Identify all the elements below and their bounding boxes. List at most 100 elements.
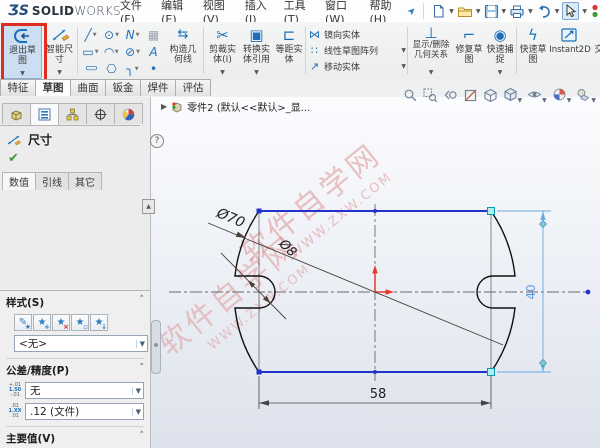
trim-dropdown-arrow[interactable]: ▼: [220, 69, 225, 77]
ellipse-tool-button[interactable]: ⊘ ▼: [122, 43, 143, 60]
save-style-button[interactable]: ★ ▫: [71, 314, 89, 331]
move-entities-button[interactable]: ↗ 移动实体 ▼: [308, 58, 406, 74]
selected-vertex-handle[interactable]: [487, 368, 495, 376]
color-swatch-button[interactable]: [590, 4, 600, 19]
help-icon[interactable]: ?: [150, 134, 164, 148]
tab-sketch[interactable]: 草图: [35, 79, 71, 96]
selected-vertex-handle[interactable]: [487, 207, 495, 215]
apply-default-style-button[interactable]: ✎ ★: [14, 314, 32, 331]
undo-dropdown-arrow[interactable]: ▼: [555, 8, 560, 15]
mirror-entities-button[interactable]: ⋈ 镜向实体: [308, 26, 406, 42]
hide-show-items-dropdown[interactable]: ▼: [527, 87, 547, 104]
trim-entities-button[interactable]: ✂ 剪裁实体(I) ▼: [207, 25, 238, 77]
subtab-value[interactable]: 数值: [2, 172, 36, 190]
precision-dropdown[interactable]: .12 (文件) ▼: [25, 403, 144, 420]
display-manager-tab[interactable]: [114, 103, 143, 124]
sketch-pattern-button[interactable]: ▦: [143, 26, 164, 43]
intersection-curve-button[interactable]: ⊛ 交叉曲线: [593, 25, 600, 77]
vertex-handle[interactable]: [256, 369, 262, 375]
collapse-chevron-icon[interactable]: ˄: [140, 363, 145, 378]
sketch-viewport[interactable]: 软件自学网 WWW.ZXW.COM 软件自学网 WWW.ZXW.COM Ø70 …: [151, 97, 600, 448]
fillet-dropdown-arrow[interactable]: ▼: [135, 66, 139, 72]
midpoint-handle[interactable]: [373, 370, 377, 374]
rapid-sketch-button[interactable]: ϟ 快速草图: [519, 25, 547, 77]
offset-entities-button[interactable]: ⊏ 等距实体: [275, 25, 303, 77]
new-dropdown-arrow[interactable]: ▼: [449, 8, 454, 15]
display-style-dropdown[interactable]: ▼: [503, 87, 522, 104]
exit-sketch-button[interactable]: 退出草图 ▼: [3, 25, 42, 79]
construction-geometry-button[interactable]: ⇆ 构造几何线: [166, 25, 200, 77]
tab-evaluate[interactable]: 评估: [175, 79, 211, 96]
quick-snaps-dropdown-arrow[interactable]: ▼: [498, 69, 503, 77]
property-manager-tab[interactable]: [30, 103, 59, 125]
midpoint-handle[interactable]: [373, 209, 377, 213]
dimension-drag-handle[interactable]: [539, 359, 547, 367]
dimension-drag-handle[interactable]: [539, 220, 547, 228]
print-dropdown-arrow[interactable]: ▼: [528, 8, 533, 15]
zoom-area-icon[interactable]: [423, 88, 438, 103]
ellipse-dropdown-arrow[interactable]: ▼: [136, 49, 140, 55]
linear-pattern-dropdown-arrow[interactable]: ▼: [401, 47, 406, 54]
arc-tool-button[interactable]: ◠ ▼: [101, 43, 122, 60]
load-style-button[interactable]: ★ ↓: [90, 314, 108, 331]
save-button[interactable]: [484, 4, 499, 19]
exit-sketch-dropdown-arrow[interactable]: ▼: [20, 70, 25, 78]
select-dropdown-arrow[interactable]: ▼: [582, 8, 587, 15]
feature-tree-flyout[interactable]: ▶ 零件2 (默认<<默认>_显...: [161, 99, 310, 114]
delete-style-button[interactable]: ★ ×: [52, 314, 70, 331]
undo-button[interactable]: [536, 4, 552, 19]
view-selector-icon[interactable]: [483, 88, 498, 103]
spline-dropdown-arrow[interactable]: ▼: [136, 32, 140, 38]
sketch-origin[interactable]: [372, 265, 394, 295]
display-delete-relations-button[interactable]: ⊥ 显示/删除几何关系 ▼: [410, 25, 452, 77]
appearance-dropdown[interactable]: ▼: [552, 87, 571, 104]
pin-menubar-icon[interactable]: ➤: [405, 4, 419, 18]
previous-view-icon[interactable]: [443, 88, 458, 103]
repair-sketch-button[interactable]: ⌐ 修复草图: [455, 25, 483, 77]
spline-tool-button[interactable]: N ▼: [122, 26, 143, 43]
text-tool-button[interactable]: A: [143, 43, 164, 60]
relations-dropdown-arrow[interactable]: ▼: [429, 69, 434, 77]
style-dropdown[interactable]: <无> ▼: [14, 335, 148, 352]
ok-check-button[interactable]: ✔: [8, 151, 150, 166]
feature-manager-tab[interactable]: [2, 103, 31, 124]
tab-surfaces[interactable]: 曲面: [70, 79, 106, 96]
configuration-manager-tab[interactable]: [58, 103, 87, 124]
fillet-tool-button[interactable]: ╮ ▼: [122, 60, 143, 77]
quick-snaps-button[interactable]: ◉ 快速捕捉 ▼: [486, 25, 514, 77]
rectangle-dropdown-arrow[interactable]: ▼: [95, 49, 99, 55]
arc-dropdown-arrow[interactable]: ▼: [115, 49, 119, 55]
section-view-icon[interactable]: [463, 88, 478, 103]
rectangle-tool-button[interactable]: ▭ ▼: [80, 43, 101, 60]
instant2d-button[interactable]: Instant2D: [549, 25, 591, 77]
open-dropdown-arrow[interactable]: ▼: [476, 8, 481, 15]
polygon-tool-button[interactable]: ⎔: [101, 60, 122, 77]
centerline-endpoint[interactable]: [585, 289, 591, 295]
line-dropdown-arrow[interactable]: ▼: [93, 32, 97, 38]
save-dropdown-arrow[interactable]: ▼: [502, 8, 507, 15]
vertex-handle[interactable]: [256, 208, 262, 214]
smart-dimension-button[interactable]: 智能尺寸 ▼: [44, 25, 75, 77]
panel-scroll-up-button[interactable]: ▲: [142, 199, 155, 214]
slot-tool-button[interactable]: ⊂⊃: [80, 60, 101, 77]
zoom-fit-icon[interactable]: [403, 88, 418, 103]
move-entities-dropdown-arrow[interactable]: ▼: [401, 63, 406, 70]
select-tool-button[interactable]: [562, 2, 580, 20]
open-button[interactable]: [457, 4, 473, 19]
subtab-leaders[interactable]: 引线: [35, 172, 69, 190]
tab-weldments[interactable]: 焊件: [140, 79, 176, 96]
panel-splitter-handle[interactable]: [151, 320, 161, 374]
circle-dropdown-arrow[interactable]: ▼: [115, 32, 119, 38]
tab-features[interactable]: 特征: [0, 79, 36, 96]
tolerance-type-dropdown[interactable]: 无 ▼: [25, 382, 144, 399]
convert-dropdown-arrow[interactable]: ▼: [254, 69, 259, 77]
new-document-button[interactable]: [431, 4, 446, 19]
print-button[interactable]: [509, 4, 525, 19]
circle-tool-button[interactable]: ⊙ ▼: [101, 26, 122, 43]
right-profile-arc[interactable]: [476, 210, 516, 373]
graphics-area[interactable]: 软件自学网 WWW.ZXW.COM 软件自学网 WWW.ZXW.COM Ø70 …: [142, 87, 600, 448]
scene-dropdown[interactable]: ▼: [576, 87, 596, 104]
collapse-chevron-icon[interactable]: ˄: [140, 431, 145, 446]
subtab-other[interactable]: 其它: [68, 172, 102, 190]
line-tool-button[interactable]: ╱ ▼: [80, 26, 101, 43]
